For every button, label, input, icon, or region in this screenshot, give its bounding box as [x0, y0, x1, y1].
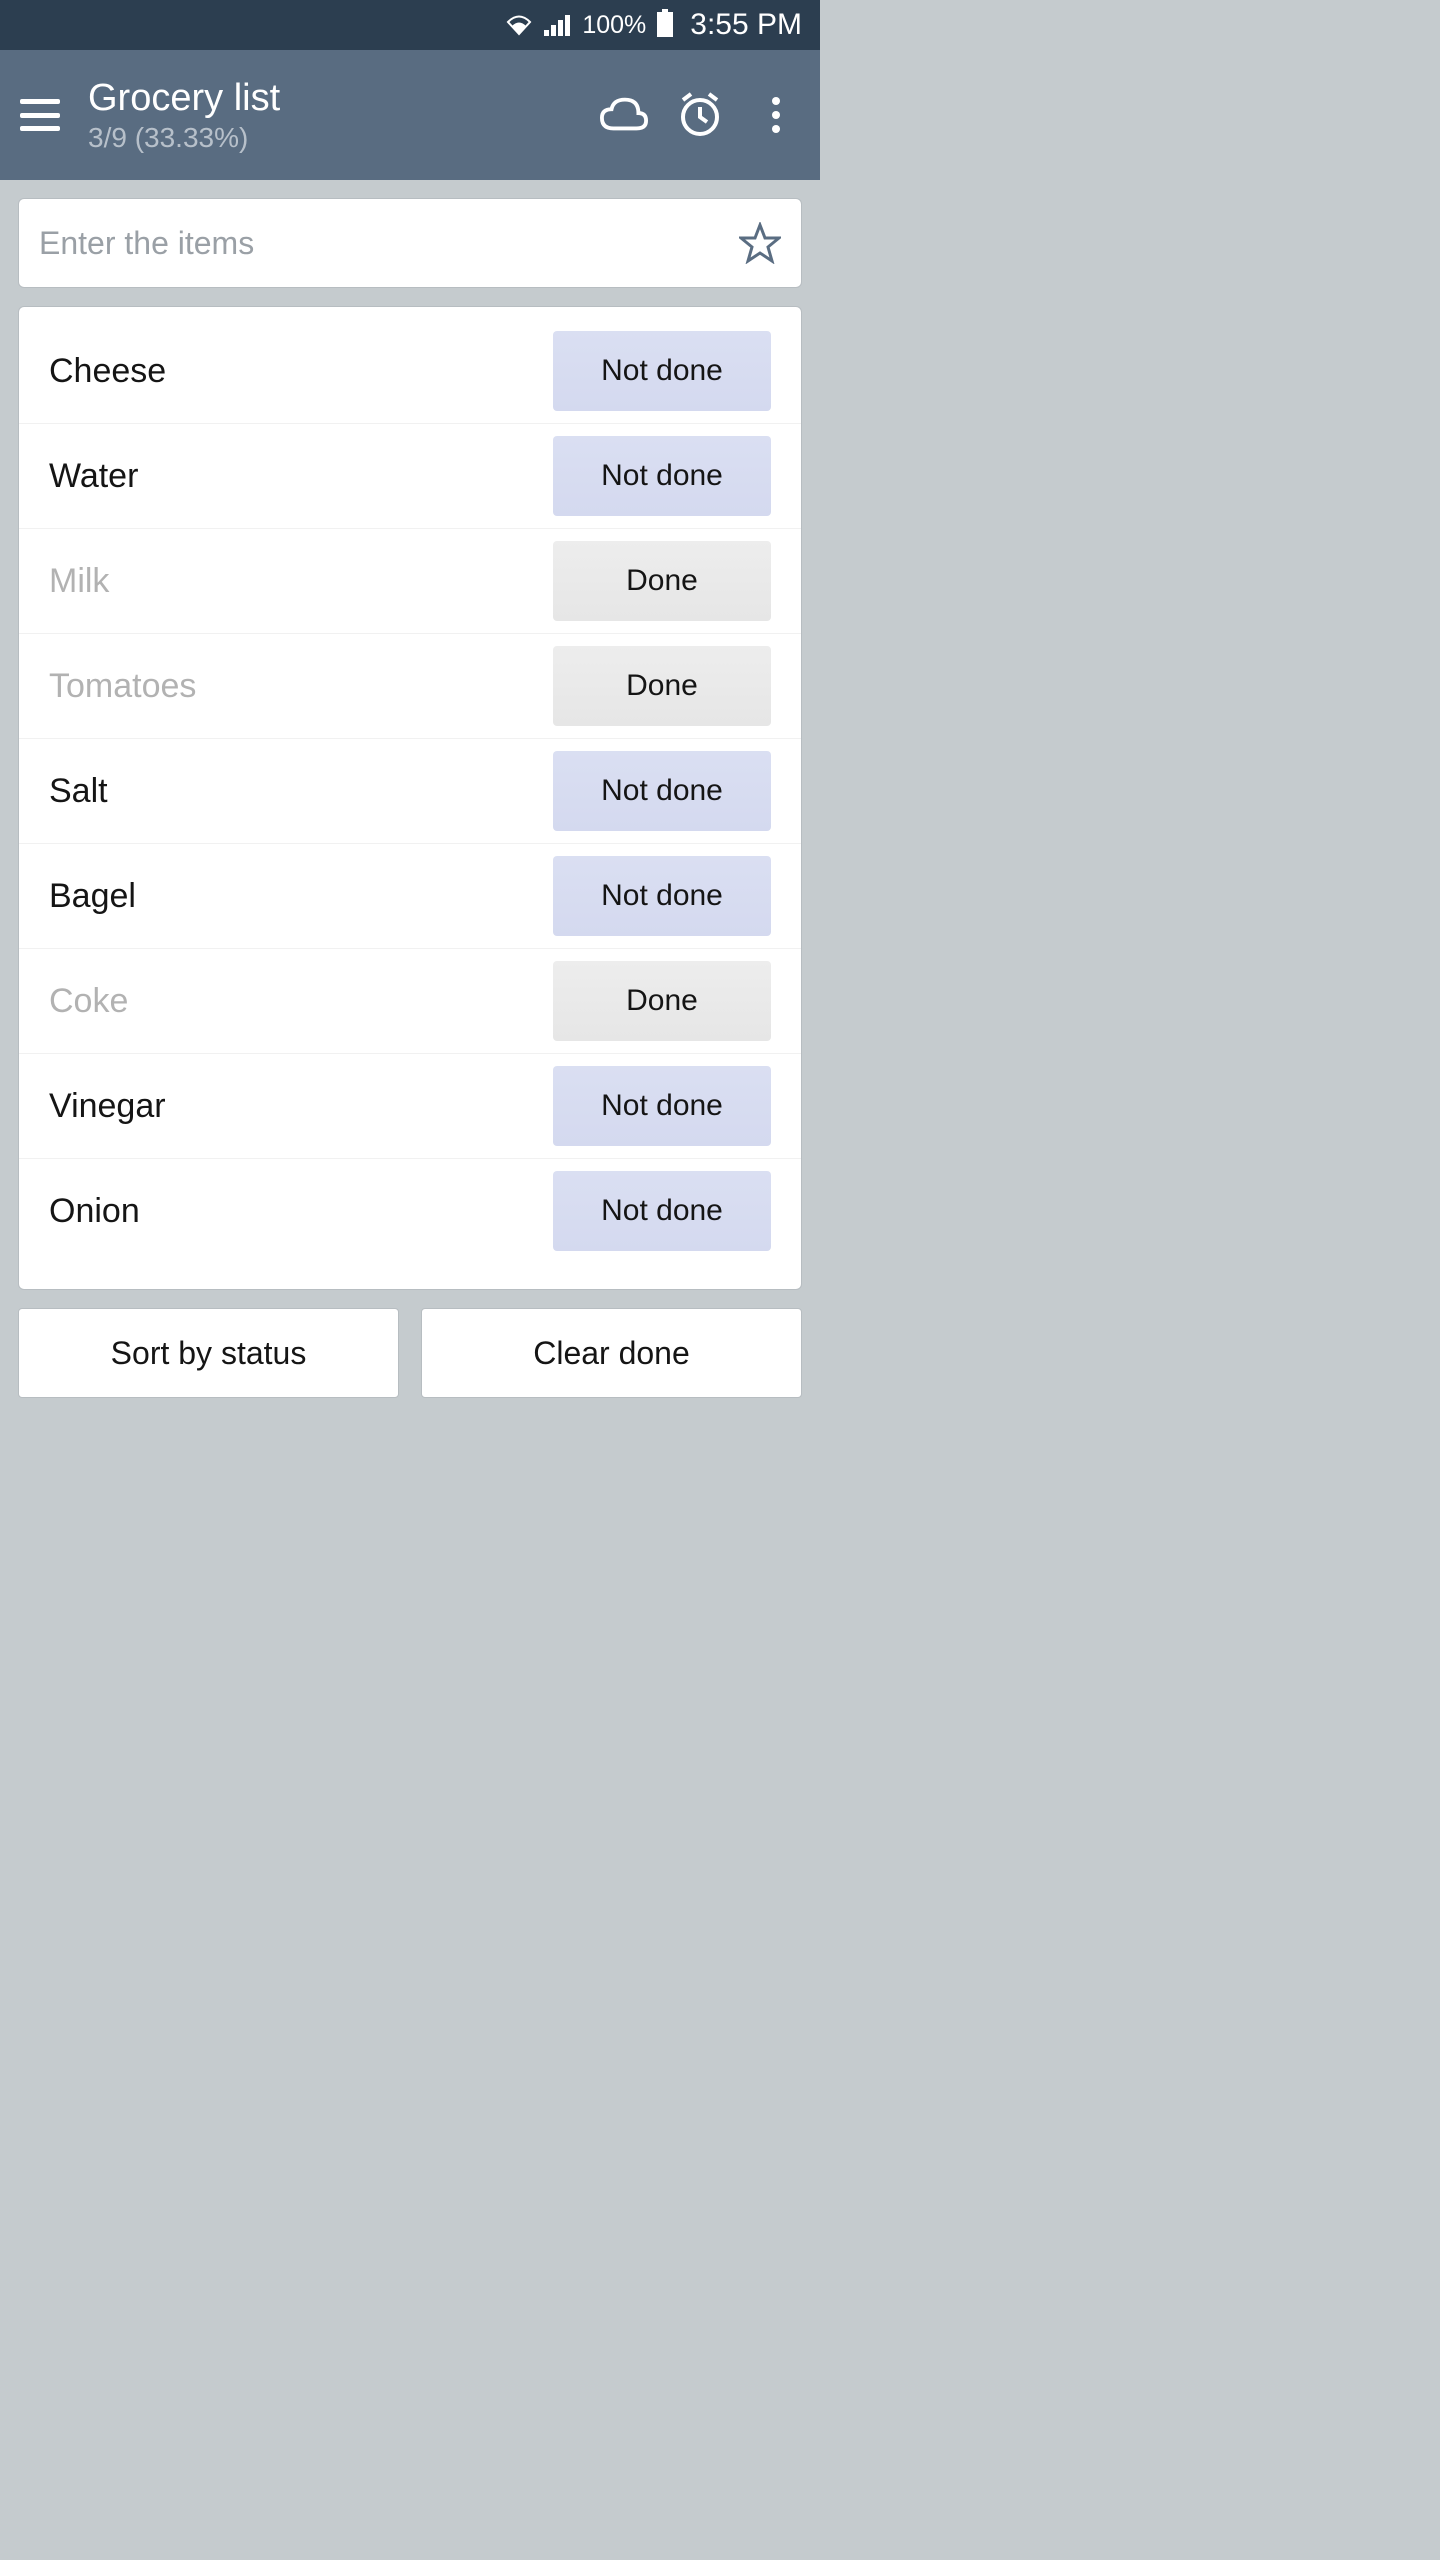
status-button[interactable]: Done: [553, 646, 771, 726]
alarm-icon[interactable]: [676, 91, 724, 139]
battery-icon: [656, 9, 674, 42]
page-title: Grocery list: [88, 77, 572, 120]
item-input-row: [18, 198, 802, 288]
menu-icon[interactable]: [20, 99, 60, 131]
battery-percent: 100%: [582, 11, 646, 40]
status-button[interactable]: Not done: [553, 1066, 771, 1146]
item-label: Cheese: [49, 352, 166, 391]
list-item: Tomatoes Done: [19, 634, 801, 739]
list-item: Coke Done: [19, 949, 801, 1054]
list-item: Onion Not done: [19, 1159, 801, 1263]
footer-buttons: Sort by status Clear done: [0, 1308, 820, 1398]
item-label: Tomatoes: [49, 667, 196, 706]
item-input[interactable]: [39, 225, 739, 262]
clock-time: 3:55 PM: [690, 8, 802, 42]
list-item: Milk Done: [19, 529, 801, 634]
item-label: Milk: [49, 562, 109, 601]
cloud-icon[interactable]: [600, 91, 648, 139]
star-icon[interactable]: [739, 222, 781, 264]
clear-done-button[interactable]: Clear done: [421, 1308, 802, 1398]
item-label: Coke: [49, 982, 128, 1021]
status-bar: 100% 3:55 PM: [0, 0, 820, 50]
status-button[interactable]: Done: [553, 961, 771, 1041]
list-item: Vinegar Not done: [19, 1054, 801, 1159]
app-bar: Grocery list 3/9 (33.33%): [0, 50, 820, 180]
status-button[interactable]: Not done: [553, 331, 771, 411]
sort-button[interactable]: Sort by status: [18, 1308, 399, 1398]
progress-subtitle: 3/9 (33.33%): [88, 122, 572, 154]
item-label: Bagel: [49, 877, 136, 916]
status-button[interactable]: Not done: [553, 1171, 771, 1251]
list-item: Water Not done: [19, 424, 801, 529]
status-button[interactable]: Not done: [553, 436, 771, 516]
list-item: Salt Not done: [19, 739, 801, 844]
list-item: Bagel Not done: [19, 844, 801, 949]
signal-icon: [544, 14, 572, 36]
status-button[interactable]: Done: [553, 541, 771, 621]
item-label: Onion: [49, 1192, 140, 1231]
overflow-icon[interactable]: [752, 91, 800, 139]
item-list: CheeseNot doneWaterNot doneMilkDoneTomat…: [18, 306, 802, 1290]
status-button[interactable]: Not done: [553, 751, 771, 831]
wifi-icon: [504, 14, 534, 36]
item-label: Vinegar: [49, 1087, 166, 1126]
title-block: Grocery list 3/9 (33.33%): [88, 77, 572, 154]
item-label: Water: [49, 457, 138, 496]
item-label: Salt: [49, 772, 108, 811]
status-button[interactable]: Not done: [553, 856, 771, 936]
list-item: Cheese Not done: [19, 319, 801, 424]
